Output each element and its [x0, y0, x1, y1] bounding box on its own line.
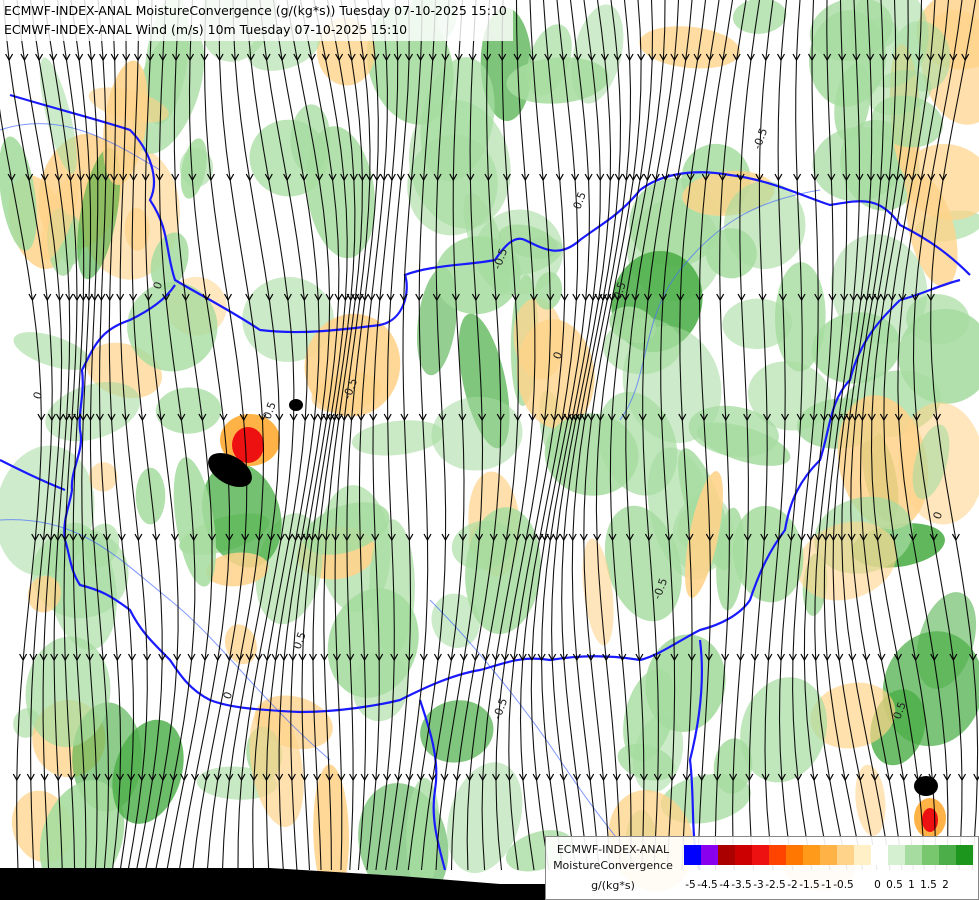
legend-swatch — [905, 845, 922, 865]
streamline-arrow — [973, 773, 979, 782]
map-title: ECMWF-INDEX-ANAL MoistureConvergence (g/… — [0, 0, 513, 41]
color-legend: ECMWF-INDEX-ANAL MoistureConvergence g/(… — [545, 836, 979, 900]
streamline-arrow — [180, 773, 189, 782]
convergence-cell — [155, 387, 222, 434]
convergence-cell — [732, 0, 787, 34]
contour-label: 0 — [221, 690, 236, 701]
map-bottom-edge — [0, 868, 545, 900]
legend-swatch — [718, 845, 735, 865]
streamline-arrow — [254, 653, 263, 662]
legend-swatch — [820, 845, 837, 865]
contour-label: 0 — [31, 390, 46, 401]
legend-tick-label: -4.5 — [697, 879, 718, 891]
legend-model: ECMWF-INDEX-ANAL — [556, 843, 670, 856]
convergence-cell — [351, 420, 444, 456]
contour-label: 0.5 — [261, 400, 279, 421]
legend-tick-label: -3 — [753, 879, 764, 891]
moisture-convergence-map: 0-0.50.50-0.50.50-0.50.50-0.5 0.50-0.50.5 — [0, 0, 979, 900]
streamline-arrow — [841, 773, 850, 782]
legend-swatch — [837, 845, 854, 865]
legend-tick-label: -0.5 — [833, 879, 854, 891]
legend-swatch — [922, 845, 939, 865]
legend-tick-label: 2 — [942, 879, 949, 891]
legend-tick-label: -2.5 — [765, 879, 786, 891]
legend-swatch — [956, 845, 973, 865]
contour-label: -0.5 — [751, 126, 771, 151]
legend-tick-label: 0 — [874, 879, 881, 891]
legend-swatch — [684, 845, 701, 865]
legend-tick-label: 0.5 — [886, 879, 903, 891]
legend-swatch — [939, 845, 956, 865]
legend-swatch — [888, 845, 905, 865]
legend-swatch — [871, 845, 888, 865]
contour-label: 0.5 — [571, 190, 589, 211]
legend-swatch — [701, 845, 718, 865]
legend-unit: g/(kg*s) — [591, 879, 635, 892]
legend-tick-label: -5 — [685, 879, 696, 891]
contour-label: 0.5 — [291, 630, 309, 651]
legend-parameter: MoistureConvergence — [553, 859, 673, 872]
legend-swatch — [803, 845, 820, 865]
legend-tick-label: -4 — [719, 879, 730, 891]
convergence-cell — [135, 467, 166, 525]
title-wind: ECMWF-INDEX-ANAL Wind (m/s) 10m Tuesday … — [4, 22, 408, 37]
legend-tick-label: -2 — [787, 879, 798, 891]
streamline-arrow — [877, 653, 886, 662]
strong-divergence-cell — [922, 808, 938, 832]
legend-swatch — [752, 845, 769, 865]
legend-tick-label: -1.5 — [799, 879, 820, 891]
title-moisture-convergence: ECMWF-INDEX-ANAL MoistureConvergence (g/… — [4, 3, 507, 18]
legend-swatch — [854, 845, 871, 865]
legend-swatch — [786, 845, 803, 865]
legend-tick-label: -3.5 — [731, 879, 752, 891]
strong-convergence-cell — [289, 399, 303, 411]
weather-map: 0 -0.5 0.5 0 -0.5 0.5 0 -0.5 0.5 0 -0.5 0.5 0 -0.5 0.5… — [0, 0, 979, 900]
streamline-arrow — [885, 773, 894, 782]
legend-tick-label: -1 — [821, 879, 832, 891]
legend-tick-label: 1.5 — [920, 879, 937, 891]
legend-swatch — [735, 845, 752, 865]
contour-label: -0.5 — [491, 696, 511, 721]
strong-divergence-cell — [232, 427, 264, 463]
legend-tick-label: 1 — [908, 879, 915, 891]
legend-swatch — [769, 845, 786, 865]
